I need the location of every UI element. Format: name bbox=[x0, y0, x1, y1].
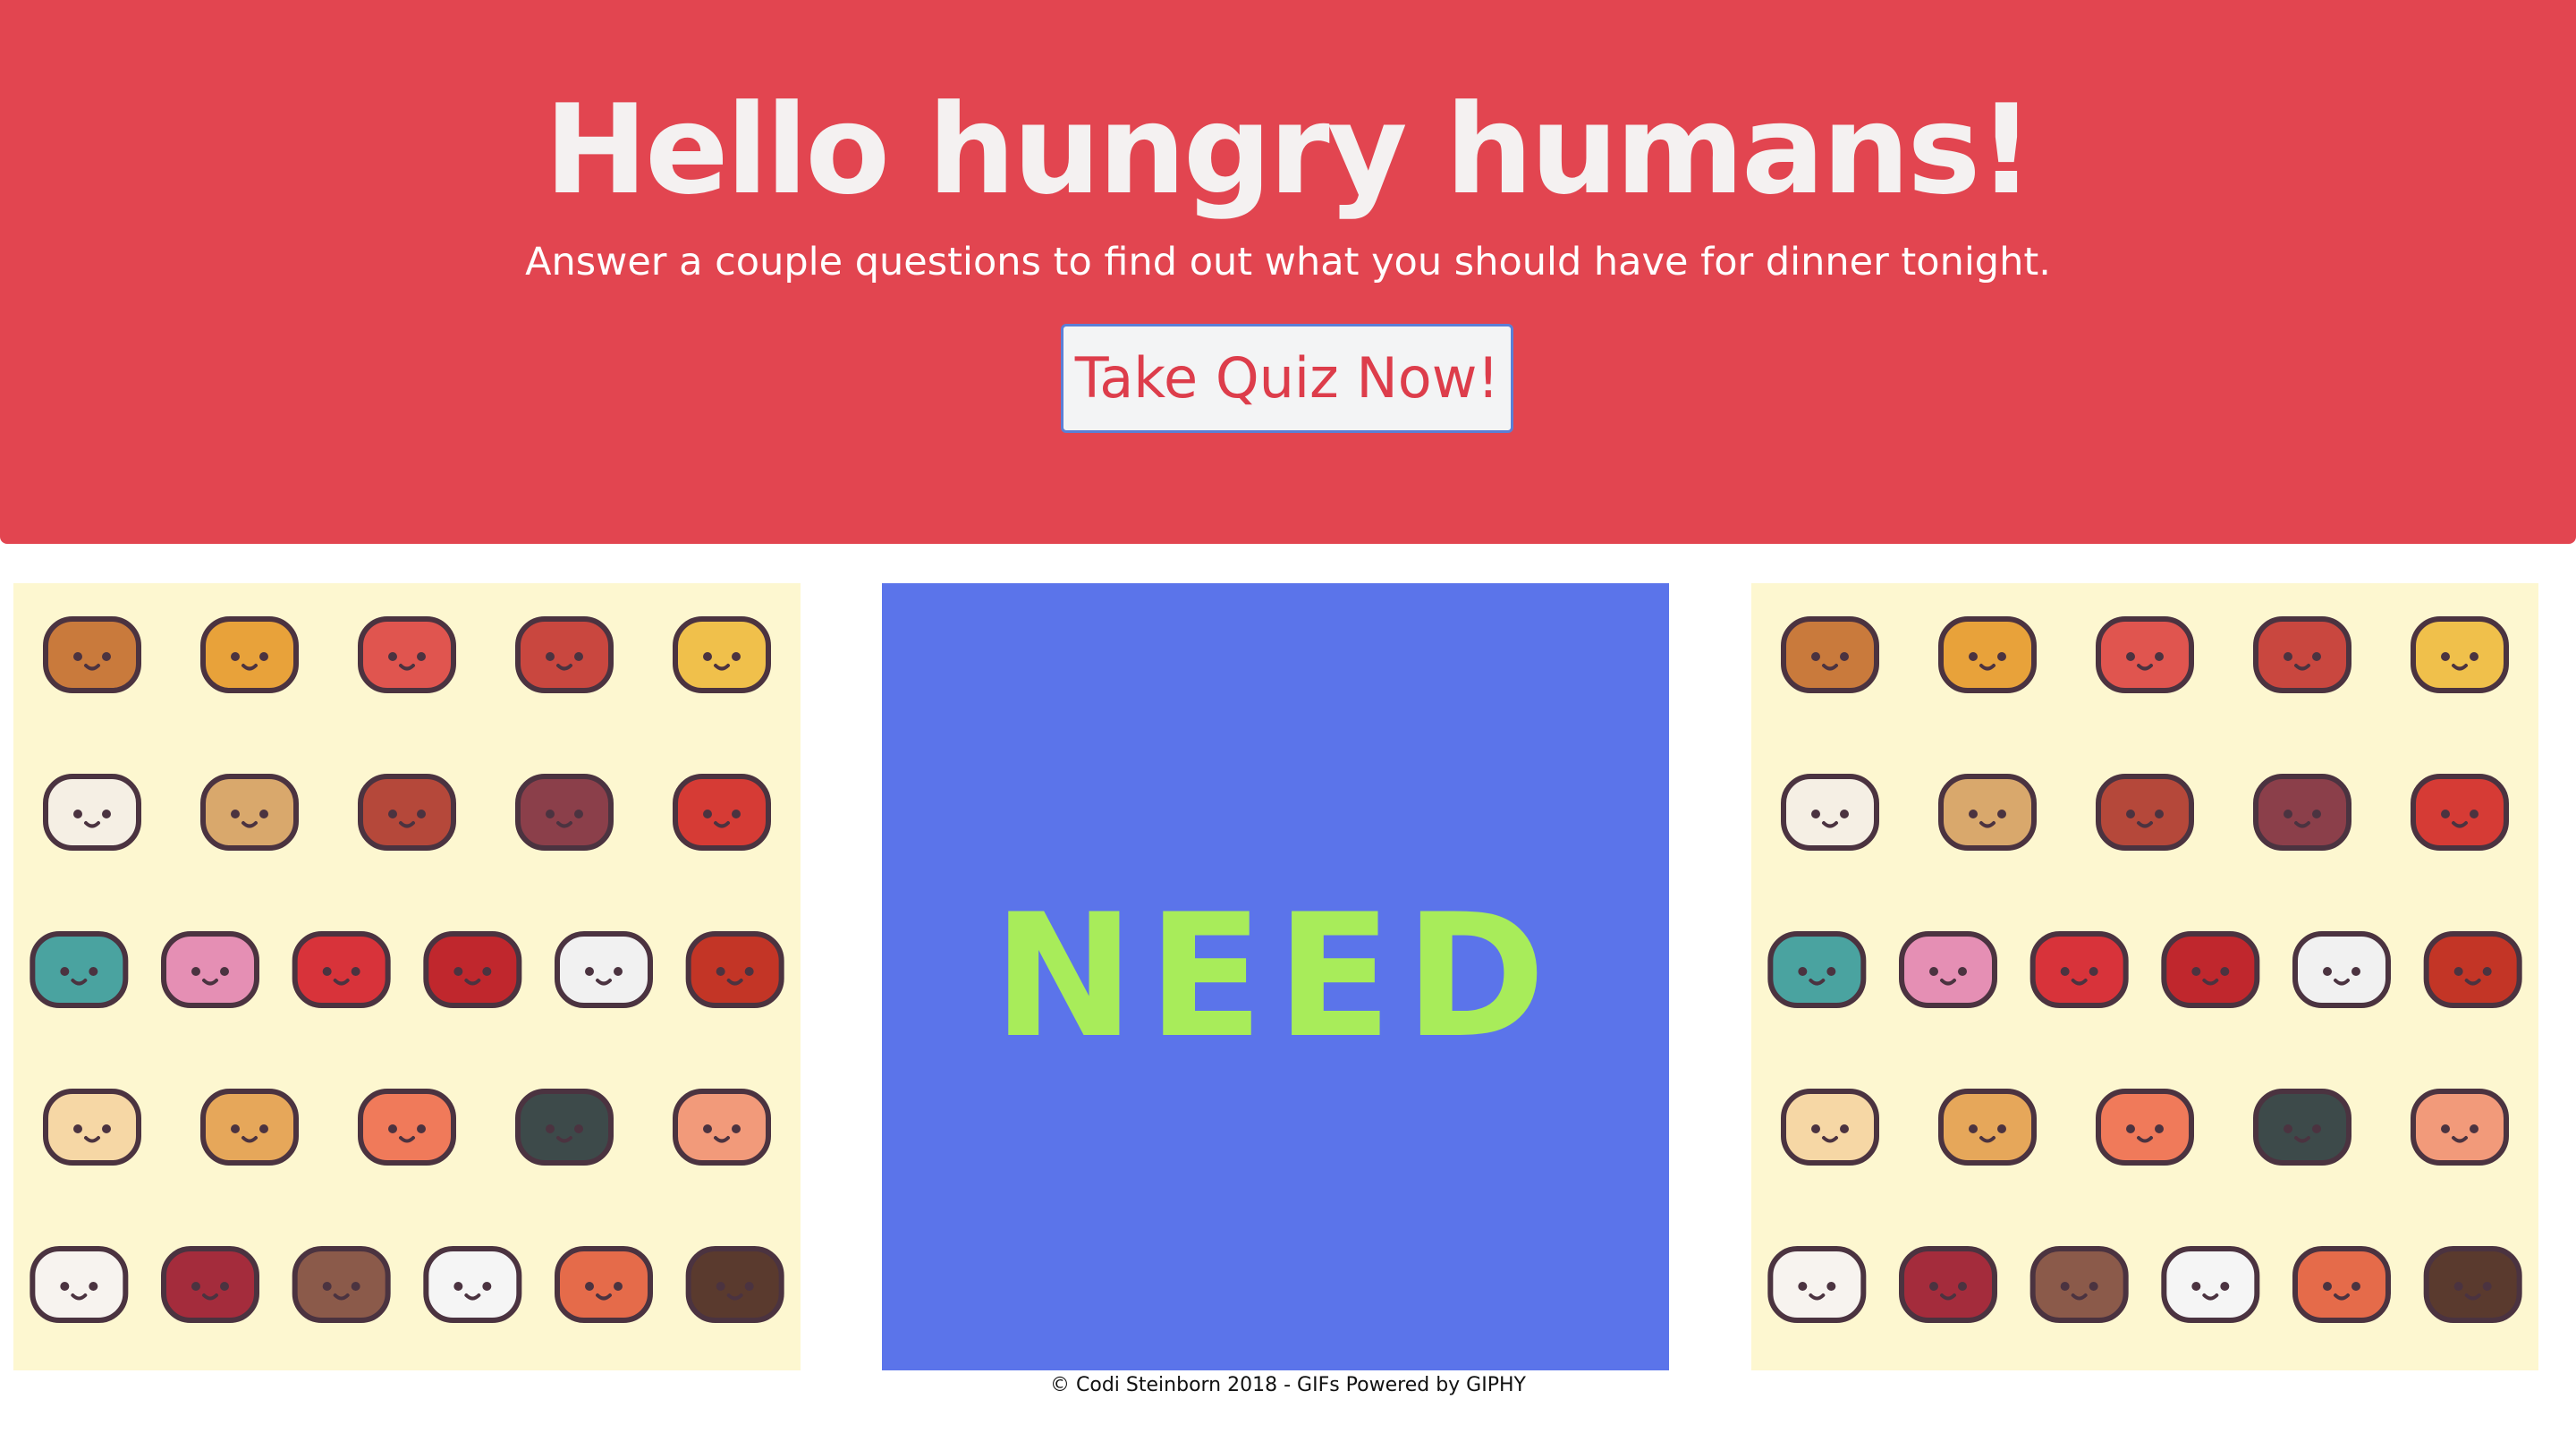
jam-jar-icon bbox=[1767, 931, 1867, 1008]
jam-jar-icon bbox=[30, 931, 129, 1008]
shrimp-icon bbox=[673, 1089, 771, 1166]
ham-icon bbox=[358, 774, 456, 851]
fries-icon bbox=[423, 931, 522, 1008]
sushi-roll-icon bbox=[2253, 1089, 2351, 1166]
burger-icon bbox=[43, 616, 141, 693]
shrimp-icon bbox=[2411, 1089, 2509, 1166]
kebab-icon bbox=[2029, 1246, 2129, 1323]
food-pattern-illustration bbox=[30, 616, 784, 1323]
hero-banner: Hello hungry humans! Answer a couple que… bbox=[0, 0, 2576, 544]
ramen-icon bbox=[1781, 1089, 1879, 1166]
hot-sauce-icon bbox=[673, 774, 771, 851]
sauce-bottle-icon bbox=[685, 931, 784, 1008]
ramen-icon bbox=[43, 1089, 141, 1166]
pizza-icon bbox=[673, 616, 771, 693]
coffee-mug-icon bbox=[423, 1246, 522, 1323]
need-gif: NEED bbox=[882, 583, 1669, 1370]
drink-can-icon bbox=[555, 1246, 653, 1323]
ice-cream-sandwich-icon bbox=[685, 1246, 784, 1323]
ice-cream-cone-icon bbox=[1781, 774, 1879, 851]
hotdog-icon bbox=[358, 616, 456, 693]
page-title: Hello hungry humans! bbox=[544, 78, 2035, 222]
pizza-icon bbox=[2411, 616, 2509, 693]
food-pattern-gif-left bbox=[13, 583, 801, 1370]
ham-icon bbox=[2096, 774, 2194, 851]
ice-cream-sandwich-icon bbox=[2423, 1246, 2522, 1323]
kebab-icon bbox=[292, 1246, 391, 1323]
take-quiz-button[interactable]: Take Quiz Now! bbox=[1061, 324, 1513, 433]
syrup-bottle-icon bbox=[161, 1246, 259, 1323]
hotdog-icon bbox=[2096, 616, 2194, 693]
sushi-nigiri-icon bbox=[358, 1089, 456, 1166]
sushi-roll-icon bbox=[515, 1089, 614, 1166]
bread-icon bbox=[1938, 774, 2037, 851]
ice-cream-scoop-icon bbox=[30, 1246, 129, 1323]
drink-can-icon bbox=[2292, 1246, 2391, 1323]
coffee-mug-icon bbox=[2161, 1246, 2260, 1323]
hot-sauce-icon bbox=[2411, 774, 2509, 851]
page-subtitle: Answer a couple questions to find out wh… bbox=[525, 240, 2051, 284]
ribs-icon bbox=[515, 774, 614, 851]
fries-icon bbox=[2161, 931, 2260, 1008]
need-gif-text: NEED bbox=[992, 878, 1559, 1075]
ice-cream-cone-icon bbox=[43, 774, 141, 851]
sushi-nigiri-icon bbox=[2096, 1089, 2194, 1166]
pancakes-icon bbox=[1938, 1089, 2037, 1166]
donut-icon bbox=[1899, 931, 1997, 1008]
soda-can-icon bbox=[292, 931, 391, 1008]
pancakes-icon bbox=[200, 1089, 299, 1166]
footer-credits: © Codi Steinborn 2018 - GIFs Powered by … bbox=[1050, 1374, 1526, 1396]
ice-cream-scoop-icon bbox=[1767, 1246, 1867, 1323]
takeout-box-icon bbox=[555, 931, 653, 1008]
drumstick-icon bbox=[515, 616, 614, 693]
sauce-bottle-icon bbox=[2423, 931, 2522, 1008]
ribs-icon bbox=[2253, 774, 2351, 851]
food-pattern-illustration bbox=[1767, 616, 2522, 1323]
drumstick-icon bbox=[2253, 616, 2351, 693]
food-pattern-gif-right bbox=[1751, 583, 2538, 1370]
soda-can-icon bbox=[2029, 931, 2129, 1008]
bread-icon bbox=[200, 774, 299, 851]
burger-icon bbox=[1781, 616, 1879, 693]
syrup-bottle-icon bbox=[1899, 1246, 1997, 1323]
takeout-box-icon bbox=[2292, 931, 2391, 1008]
donut-icon bbox=[161, 931, 259, 1008]
taco-icon bbox=[200, 616, 299, 693]
taco-icon bbox=[1938, 616, 2037, 693]
